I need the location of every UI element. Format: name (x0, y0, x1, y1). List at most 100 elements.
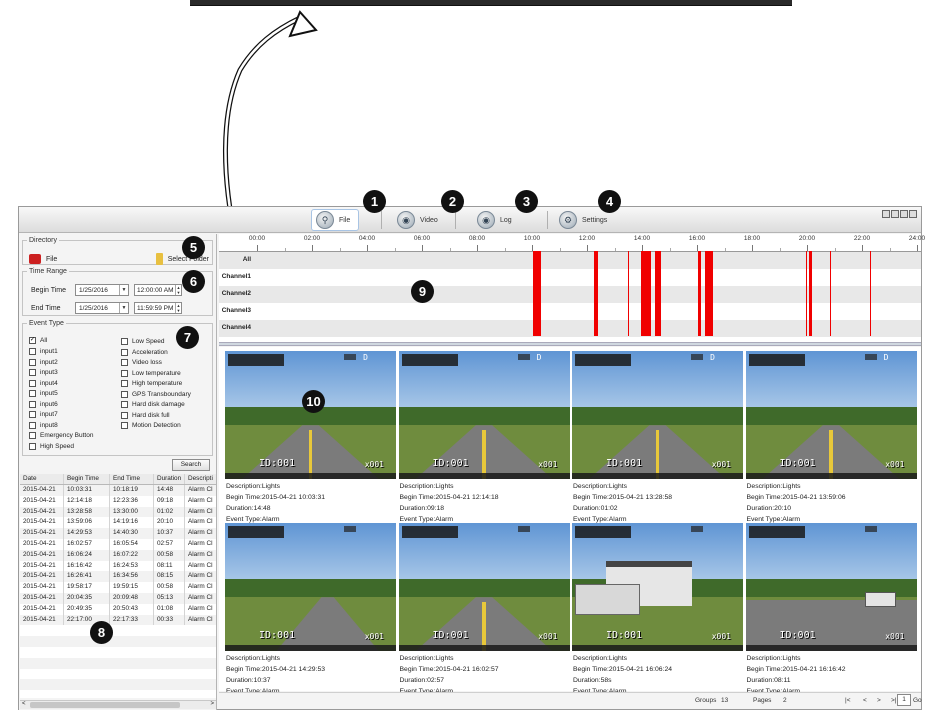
search-button[interactable]: Search (172, 459, 210, 471)
table-row[interactable]: 2015-04-21 10:03:31 10:18:19 14:48 Alarm Cl (20, 485, 216, 496)
timeline-channel-row[interactable]: Channel1 (219, 269, 921, 286)
event-type-checkbox[interactable]: Hard disk full (121, 411, 170, 419)
begin-date-picker[interactable]: 1/25/2016 ▼ (75, 284, 129, 296)
event-type-checkbox[interactable]: Hard disk damage (121, 401, 185, 408)
event-type-checkbox[interactable]: input5 (29, 390, 58, 397)
scrollbar-thumb[interactable] (30, 702, 180, 708)
calendar-dropdown-icon[interactable]: ▼ (119, 285, 128, 295)
table-row[interactable]: 2015-04-21 16:16:42 16:24:53 08:11 Alarm Cl (20, 560, 216, 572)
event-type-checkbox[interactable]: Low temperature (121, 369, 181, 377)
column-header[interactable]: Date (20, 474, 64, 484)
previous-page-button[interactable]: < (863, 697, 867, 704)
video-thumbnail[interactable]: D ID:001 x001 (745, 351, 917, 479)
timeline-event-bar[interactable] (655, 251, 661, 336)
next-page-button[interactable]: > (877, 697, 881, 704)
event-type-checkbox[interactable]: Emergency Button (29, 432, 93, 439)
event-thumbnail-card[interactable]: ID:001 x001 Description:Lights Begin Time:2… (398, 523, 570, 695)
tab-log[interactable]: ◉ Log (473, 209, 520, 231)
table-row[interactable]: 2015-04-21 20:04:35 20:09:48 05:13 Alarm Cl (20, 592, 216, 604)
minimize-button[interactable] (891, 210, 899, 218)
calendar-dropdown-icon[interactable]: ▼ (119, 303, 128, 313)
timeline-event-bar[interactable] (709, 251, 713, 336)
table-row[interactable]: 2015-04-21 22:17:00 22:17:33 00:33 Alarm Cl (20, 614, 216, 626)
event-thumbnail-card[interactable]: D ID:001 x001 Description:Lights Begin Time:… (572, 351, 743, 523)
end-date-picker[interactable]: 1/25/2016 ▼ (75, 302, 129, 314)
tab-file[interactable]: ⚲ File (311, 209, 360, 231)
table-row[interactable]: 2015-04-21 12:14:18 12:23:36 09:18 Alarm Cl (20, 495, 216, 507)
timeline-channel-row[interactable]: Channel4 (219, 320, 921, 337)
timeline-channel-row[interactable]: Channel3 (219, 303, 921, 320)
video-thumbnail[interactable]: D ID:001 x001 (225, 351, 396, 479)
file-source-option[interactable]: File (29, 254, 57, 264)
go-button[interactable]: Go (913, 697, 922, 704)
video-thumbnail[interactable]: ID:001 x001 (225, 523, 396, 651)
event-type-checkbox[interactable]: GPS Transboundary (121, 390, 191, 398)
table-row[interactable]: 2015-04-21 13:59:06 14:19:16 20:10 Alarm Cl (20, 517, 216, 529)
event-type-checkbox[interactable]: Low Speed (121, 338, 165, 345)
event-type-checkbox[interactable]: input3 (29, 369, 58, 376)
event-thumbnail-card[interactable]: D ID:001 x001 Description:Lights Begin Time:… (398, 351, 570, 523)
table-row[interactable]: 2015-04-21 19:58:17 19:59:15 00:58 Alarm Cl (20, 582, 216, 593)
event-timeline[interactable]: 00:00 02:00 04:00 06:00 08:00 10:00 12:00 14:00… (219, 234, 925, 342)
timeline-event-bar[interactable] (806, 251, 808, 336)
event-type-checkbox[interactable]: High temperature (121, 380, 182, 387)
tab-video[interactable]: ◉ Video (393, 209, 446, 231)
scroll-right-icon[interactable]: > (210, 701, 214, 707)
timeline-event-bar[interactable] (593, 251, 598, 336)
help-button[interactable] (882, 210, 890, 218)
timeline-event-bar[interactable] (533, 251, 541, 336)
timeline-channel-row[interactable]: All (219, 252, 921, 269)
timeline-event-bar[interactable] (809, 251, 812, 336)
timeline-event-bar[interactable] (700, 251, 702, 336)
restore-button[interactable] (900, 210, 908, 218)
event-thumbnail-card[interactable]: D ID:001 x001 Description:Lights Begin Time:… (745, 351, 917, 523)
panel-splitter[interactable] (219, 342, 921, 346)
table-row[interactable]: 2015-04-21 16:06:24 16:07:22 00:58 Alarm Cl (20, 549, 216, 561)
event-type-all-checkbox[interactable]: ✓ All (29, 337, 47, 344)
table-horizontal-scrollbar[interactable]: < > (20, 700, 216, 709)
column-header[interactable]: Descripti (185, 474, 216, 484)
begin-time-picker[interactable]: 12:00:00 AM ▲ ▼ (134, 284, 182, 296)
timeline-event-bar[interactable] (704, 251, 709, 336)
event-type-checkbox[interactable]: input7 (29, 411, 58, 418)
video-thumbnail[interactable]: ID:001 x001 (572, 523, 743, 651)
event-type-checkbox[interactable]: input6 (29, 400, 58, 408)
event-thumbnail-card[interactable]: ID:001 x001 Description:Lights Begin Time:2… (745, 523, 917, 695)
table-row[interactable]: 2015-04-21 16:02:57 16:05:54 02:57 Alarm Cl (20, 538, 216, 550)
event-type-checkbox[interactable]: Motion Detection (121, 422, 181, 429)
timeline-event-bar[interactable] (627, 251, 629, 336)
scroll-left-icon[interactable]: < (22, 701, 26, 707)
column-header[interactable]: End Time (110, 474, 154, 484)
timeline-channel-row[interactable]: Channel2 (219, 286, 921, 303)
event-thumbnail-card[interactable]: D ID:001 x001 Description:Lights Begin Time:… (225, 351, 396, 523)
video-thumbnail[interactable]: D ID:001 x001 (572, 351, 743, 479)
event-type-checkbox[interactable]: High Speed (29, 442, 74, 450)
table-row[interactable]: 2015-04-21 20:49:35 20:50:43 01:08 Alarm Cl (20, 603, 216, 615)
close-button[interactable] (909, 210, 917, 218)
time-spinner-icon[interactable]: ▲ ▼ (175, 303, 181, 313)
timeline-event-bar[interactable] (829, 251, 831, 336)
event-type-checkbox[interactable]: input1 (29, 348, 58, 355)
event-thumbnail-card[interactable]: ID:001 x001 Description:Lights Begin Time:2… (225, 523, 396, 695)
column-header[interactable]: Duration (154, 474, 185, 484)
column-header[interactable]: Begin Time (64, 474, 110, 484)
end-time-picker[interactable]: 11:59:59 PM ▲ ▼ (134, 302, 182, 314)
time-spinner-icon[interactable]: ▲ ▼ (175, 285, 181, 295)
table-row[interactable]: 2015-04-21 14:29:53 14:40:30 10:37 Alarm Cl (20, 528, 216, 539)
event-type-checkbox[interactable]: input4 (29, 379, 58, 387)
event-thumbnail-card[interactable]: ID:001 x001 Description:Lights Begin Time:2… (572, 523, 743, 695)
page-number-input[interactable]: 1 (897, 694, 911, 706)
event-type-checkbox[interactable]: Video loss (121, 359, 162, 366)
video-thumbnail[interactable]: D ID:001 x001 (398, 351, 570, 479)
first-page-button[interactable]: |< (845, 697, 850, 704)
video-thumbnail[interactable]: ID:001 x001 (398, 523, 570, 651)
timeline-event-bar[interactable] (869, 251, 871, 336)
last-page-button[interactable]: >| (891, 697, 896, 704)
timeline-event-bar[interactable] (641, 251, 651, 336)
event-type-checkbox[interactable]: Acceleration (121, 348, 168, 356)
table-row[interactable]: 2015-04-21 16:26:41 16:34:56 08:15 Alarm Cl (20, 571, 216, 583)
event-type-checkbox[interactable]: input2 (29, 358, 58, 366)
video-thumbnail[interactable]: ID:001 x001 (745, 523, 917, 651)
table-row[interactable]: 2015-04-21 13:28:58 13:30:00 01:02 Alarm Cl (20, 506, 216, 518)
event-type-checkbox[interactable]: input8 (29, 421, 58, 429)
